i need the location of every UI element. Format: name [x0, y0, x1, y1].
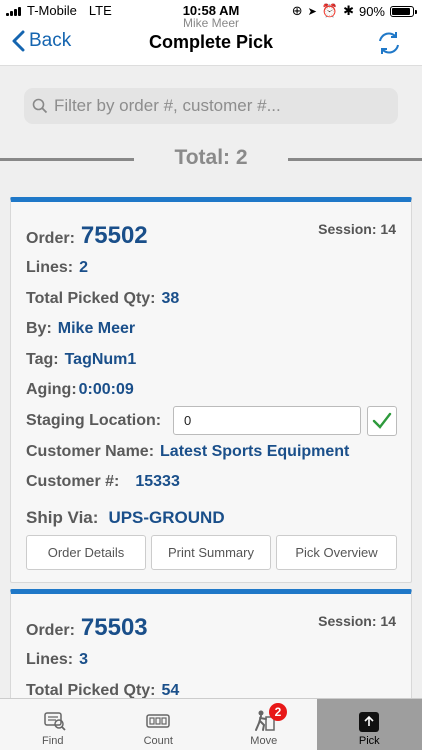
search-bar[interactable] [24, 88, 398, 124]
order-number[interactable]: 75503 [81, 614, 148, 642]
find-icon [44, 712, 66, 731]
tag-value: TagNum1 [64, 351, 137, 368]
tab-bar: Find Count Move 2 Pick [0, 698, 422, 750]
tab-find-label: Find [42, 735, 64, 747]
order-number[interactable]: 75502 [81, 222, 148, 250]
tab-move[interactable]: Move 2 [211, 699, 317, 750]
pick-overview-button[interactable]: Pick Overview [276, 535, 397, 570]
by-label: By: [26, 320, 52, 337]
aging-value: 0:00:09 [78, 381, 134, 398]
session-info: Session: 14 [318, 221, 396, 237]
lines-label: Lines: [26, 651, 74, 668]
customer-name-value: Latest Sports Equipment [160, 443, 350, 460]
tag-label: Tag: [26, 351, 59, 368]
checkmark-icon [372, 412, 392, 429]
customer-name-label: Customer Name: [26, 443, 155, 460]
session-label: Session: [318, 613, 377, 629]
order-row: Order: 75503 [26, 614, 148, 642]
lines-value: 2 [79, 259, 89, 276]
navigation-bar: Mike Meer Back Complete Pick [0, 16, 422, 66]
tab-count-label: Count [143, 735, 173, 747]
order-row: Order: 75502 [26, 222, 148, 250]
lines-row: Lines: 3 [26, 651, 88, 669]
aging-row: Aging: 0:00:09 [26, 381, 134, 399]
lines-label: Lines: [26, 259, 74, 276]
order-details-button[interactable]: Order Details [26, 535, 146, 570]
total-picked-value: 38 [161, 290, 180, 307]
total-picked-row: Total Picked Qty: 38 [26, 290, 179, 308]
customer-name-row: Customer Name: Latest Sports Equipment [26, 443, 349, 461]
tab-move-label: Move [250, 735, 278, 747]
user-name: Mike Meer [182, 16, 239, 30]
refresh-button[interactable] [376, 30, 402, 61]
staging-row: Staging Location: [26, 412, 161, 430]
customer-number-value: 15333 [135, 473, 180, 490]
tab-pick-label: Pick [358, 735, 380, 747]
ship-via-value: UPS-GROUND [108, 508, 225, 527]
session-value: 14 [380, 221, 396, 237]
tab-pick[interactable]: Pick [316, 699, 422, 750]
pick-icon [359, 712, 380, 732]
staging-location-input[interactable] [173, 406, 361, 435]
session-info: Session: 14 [318, 613, 396, 629]
customer-number-row: Customer #: 15333 [26, 473, 180, 491]
search-icon [32, 98, 48, 114]
aging-label: Aging: [26, 381, 77, 398]
print-summary-button[interactable]: Print Summary [151, 535, 271, 570]
order-card: Order: 75502 Session: 14 Lines: 2 Total … [10, 197, 412, 583]
order-label: Order: [26, 230, 75, 247]
total-picked-label: Total Picked Qty: [26, 290, 156, 307]
session-label: Session: [318, 221, 377, 237]
battery-icon [390, 5, 417, 17]
tag-row: Tag: TagNum1 [26, 351, 136, 369]
confirm-staging-button[interactable] [367, 406, 397, 436]
notification-badge: 2 [269, 703, 287, 721]
search-area [0, 66, 422, 146]
refresh-icon [379, 32, 399, 54]
page-title: Complete Pick [148, 32, 274, 52]
customer-number-label: Customer #: [26, 473, 120, 490]
tab-find[interactable]: Find [0, 699, 106, 750]
order-label: Order: [26, 622, 75, 639]
by-value: Mike Meer [57, 320, 136, 337]
search-input[interactable] [54, 96, 374, 116]
tab-count[interactable]: Count [106, 699, 212, 750]
session-value: 14 [380, 613, 396, 629]
ship-via-row: Ship Via: UPS-GROUND [26, 508, 225, 528]
count-icon [146, 714, 170, 728]
ship-via-label: Ship Via: [26, 508, 99, 527]
by-row: By: Mike Meer [26, 320, 135, 338]
lines-row: Lines: 2 [26, 259, 88, 277]
staging-label: Staging Location: [26, 412, 162, 429]
divider-right [288, 158, 422, 161]
lines-value: 3 [79, 651, 89, 668]
total-row: Total: 2 [0, 146, 422, 174]
